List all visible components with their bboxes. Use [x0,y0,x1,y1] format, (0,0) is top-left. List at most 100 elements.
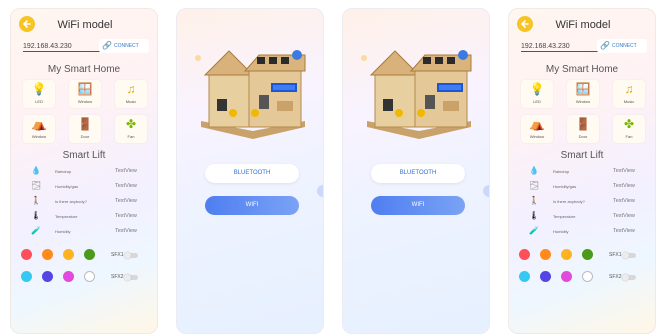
color-swatch-magenta[interactable] [63,271,74,282]
decorative-dot [483,185,489,197]
raindrop-icon: 💧 [529,166,539,175]
sfx2-toggle[interactable] [124,274,138,281]
sensor-value: TextView [613,183,635,189]
sensor-value: TextView [613,168,635,174]
sensor-row: 🌫 Humidity/gas TextView [527,181,649,193]
device-tile-curtain[interactable]: ⛺ Window [521,115,553,143]
color-swatch-blue[interactable] [540,271,551,282]
thermometer-icon: 🌡 [31,211,42,220]
device-tile-fan[interactable]: ✤ Fan [115,115,147,143]
device-label: Window [77,99,93,104]
sensor-row: 🧪 Humidity TextView [527,226,649,238]
bulb-icon: 💡 [31,82,47,96]
bluetooth-button[interactable]: BLUETOOTH [205,164,299,183]
sensor-label: Raindrop [553,169,570,174]
device-label: LED [533,99,541,104]
thermometer-icon: 🌡 [529,211,540,220]
sfx1-label: SFX1 [111,252,124,258]
device-tile-window[interactable]: 🪟 Window [567,80,599,108]
color-swatch-orange[interactable] [42,249,53,260]
humidity-icon: 🧪 [31,226,41,235]
sensor-row: 💧 Raindrop TextView [527,166,649,178]
sfx1-label: SFX1 [609,252,622,258]
bulb-icon: 💡 [529,82,545,96]
app-header: WiFi model [509,13,655,35]
sfx2-toggle[interactable] [622,274,636,281]
device-tile-music[interactable]: ♫ Music [613,80,645,108]
sensor-value: TextView [115,213,137,219]
window-icon: 🪟 [575,82,591,96]
wifi-button[interactable]: WIFI [205,196,299,215]
color-swatch-magenta[interactable] [561,271,572,282]
device-tile-door[interactable]: 🚪 Door [567,115,599,143]
color-swatch-red[interactable] [519,249,530,260]
sensor-value: TextView [613,198,635,204]
color-swatch-white[interactable] [582,271,593,282]
sensor-label: Humidity/gas [553,184,577,189]
smart-lift-title: Smart Lift [62,150,106,161]
person-icon: 🚶 [31,196,41,205]
sensor-row: 🌫 Humidity/gas TextView [29,181,151,193]
device-tile-curtain[interactable]: ⛺ Window [23,115,55,143]
smart-lift-title: Smart Lift [560,150,604,161]
sensor-row: 🧪 Humidity TextView [29,226,151,238]
connect-button[interactable]: 🔗 CONNECT [99,39,149,53]
device-tile-door[interactable]: 🚪 Door [69,115,101,143]
color-swatch-red[interactable] [21,249,32,260]
color-swatch-blue[interactable] [42,271,53,282]
page-title: WiFi model [57,19,113,31]
sensor-row: 🚶 Is there anybody? TextView [29,196,151,208]
app-header: WiFi model [11,13,157,35]
device-label: Music [125,99,137,104]
device-label: Window [529,134,545,139]
wifi-button[interactable]: WIFI [371,196,465,215]
device-tile-window[interactable]: 🪟 Window [69,80,101,108]
device-tile-fan[interactable]: ✤ Fan [613,115,645,143]
sensor-value: TextView [115,168,137,174]
phone-screen-3: BLUETOOTH WIFI [342,8,490,334]
smart-house-image [201,50,306,139]
color-swatch-white[interactable] [84,271,95,282]
ip-address-input[interactable]: 192.168.43.230 [23,43,101,52]
sensor-row: 🌡 Temperature TextView [29,211,151,223]
link-icon: 🔗 [600,41,610,50]
phone-screen-4: WiFi model 192.168.43.230 🔗 CONNECT My S… [508,8,656,334]
color-swatch-orange[interactable] [540,249,551,260]
sensor-label: Is there anybody? [55,199,87,204]
sfx1-toggle[interactable] [124,252,138,259]
ip-address-input[interactable]: 192.168.43.230 [521,43,599,52]
sensor-value: TextView [115,183,137,189]
color-swatch-cyan[interactable] [519,271,530,282]
color-swatch-cyan[interactable] [21,271,32,282]
device-tile-led[interactable]: 💡 LED [23,80,55,108]
color-swatch-green[interactable] [84,249,95,260]
device-label: Fan [127,134,135,139]
connect-button[interactable]: 🔗 CONNECT [597,39,647,53]
sensor-value: TextView [115,228,137,234]
device-tile-led[interactable]: 💡 LED [521,80,553,108]
humidity-icon: 🧪 [529,226,539,235]
sfx2-label: SFX2 [609,274,622,280]
page-title: WiFi model [555,19,611,31]
color-swatch-green[interactable] [582,249,593,260]
sensor-label: Raindrop [55,169,72,174]
link-icon: 🔗 [102,41,112,50]
sensor-row: 🚶 Is there anybody? TextView [527,196,649,208]
color-swatch-yellow[interactable] [561,249,572,260]
device-tile-music[interactable]: ♫ Music [115,80,147,108]
gas-icon: 🌫 [31,181,42,190]
sensor-value: TextView [115,198,137,204]
sensor-label: Temperature [55,214,78,219]
sensor-label: Humidity/gas [55,184,79,189]
connect-label: CONNECT [612,43,637,49]
device-label: Door [80,134,90,139]
bluetooth-button[interactable]: BLUETOOTH [371,164,465,183]
smart-home-title: My Smart Home [545,64,619,75]
smart-house-image [367,50,472,139]
color-swatch-yellow[interactable] [63,249,74,260]
sfx1-toggle[interactable] [622,252,636,259]
sfx2-label: SFX2 [111,274,124,280]
sensor-value: TextView [613,228,635,234]
window-icon: 🪟 [77,82,93,96]
raindrop-icon: 💧 [31,166,41,175]
